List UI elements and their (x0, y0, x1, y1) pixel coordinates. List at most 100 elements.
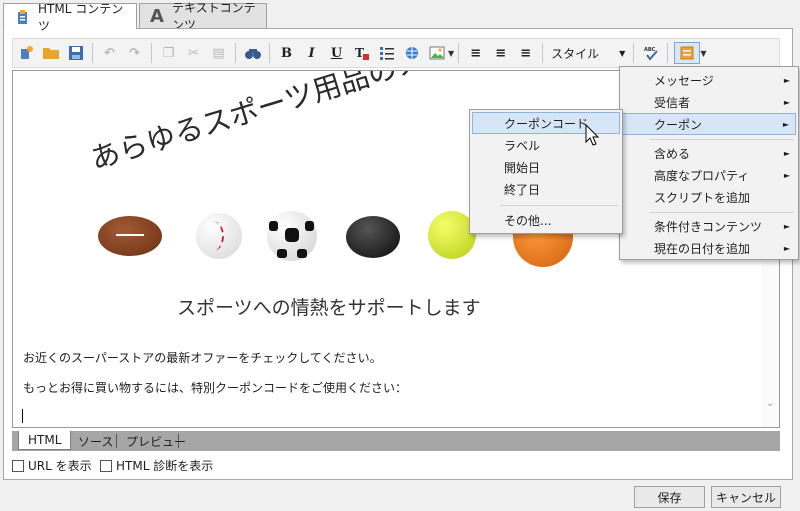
submenu-item-end-date[interactable]: 終了日 (472, 178, 620, 200)
body-paragraph: もっとお得に買い物するには、特別クーポンコードをご使用ください： (23, 381, 408, 395)
subheadline-text: スポーツへの情熱をサポートします (177, 297, 481, 319)
mode-separator (178, 434, 179, 448)
open-folder-icon[interactable] (40, 42, 62, 64)
align-right-icon[interactable]: ≡ (515, 42, 537, 64)
submenu-arrow-icon: ► (783, 243, 790, 253)
menu-item-advanced-properties[interactable]: 高度なプロパティ ► (622, 164, 796, 186)
coupon-submenu: クーポンコード ラベル 開始日 終了日 その他... (469, 109, 623, 234)
menu-item-recipient[interactable]: 受信者 ► (622, 91, 796, 113)
toolbar-separator (269, 43, 270, 63)
style-select[interactable]: スタイル ▼ (547, 45, 629, 62)
submenu-arrow-icon: ► (783, 148, 790, 158)
chevron-down-icon[interactable]: ⌄ (766, 398, 774, 409)
mode-bar: HTML ソース プレビュー (12, 431, 780, 451)
spellcheck-icon[interactable]: ABC (640, 42, 662, 64)
checkbox-label: HTML 診断を表示 (116, 459, 214, 473)
baseball-image (196, 213, 242, 259)
mode-tab-source[interactable]: ソース (69, 431, 122, 451)
chevron-down-icon[interactable]: ▼ (700, 49, 706, 58)
submenu-arrow-icon: ► (783, 170, 790, 180)
html-content-icon (14, 9, 30, 25)
mode-tab-html[interactable]: HTML (18, 431, 72, 450)
submenu-arrow-icon: ► (783, 75, 790, 85)
toolbar-separator (542, 43, 544, 63)
save-icon[interactable] (65, 42, 87, 64)
align-center-icon[interactable]: ≡ (490, 42, 512, 64)
menu-item-label: 条件付きコンテンツ (654, 219, 763, 234)
menu-item-label: スクリプトを追加 (654, 190, 751, 205)
underline-icon[interactable]: U (326, 42, 348, 64)
personalization-menu: メッセージ ► 受信者 ► クーポン ► 含める ► 高度なプロパティ ► スクリプトを追… (619, 66, 799, 260)
hockey-puck-image (346, 216, 400, 258)
submenu-item-other[interactable]: その他... (472, 209, 620, 231)
menu-separator (650, 212, 794, 213)
link-icon[interactable] (401, 42, 423, 64)
menu-item-label: 開始日 (504, 160, 541, 175)
save-button-label: 保存 (657, 490, 682, 505)
redo-icon[interactable]: ↷ (124, 42, 146, 64)
cut-icon[interactable]: ✂ (183, 42, 205, 64)
menu-separator (650, 139, 794, 140)
menu-item-conditional-content[interactable]: 条件付きコンテンツ ► (622, 215, 796, 237)
tab-text-content[interactable]: A テキストコンテンツ (139, 1, 267, 32)
menu-item-label: 高度なプロパティ (654, 168, 750, 183)
tab-html-content[interactable]: HTML コンテンツ (3, 2, 137, 33)
headline-text: あらゆるスポーツ用品のメ (86, 70, 429, 177)
menu-item-label: その他... (504, 213, 552, 228)
menu-item-label: クーポン (654, 117, 703, 132)
italic-icon[interactable]: I (301, 42, 323, 64)
chevron-down-icon[interactable]: ▼ (448, 49, 454, 58)
menu-item-coupon[interactable]: クーポン ► (622, 113, 796, 135)
image-icon[interactable] (426, 42, 448, 64)
menu-item-label: ラベル (504, 138, 541, 153)
undo-icon[interactable]: ↶ (99, 42, 121, 64)
text-content-icon: A (150, 5, 164, 27)
toolbar-separator (633, 43, 635, 63)
svg-text:ABC: ABC (644, 47, 656, 53)
style-select-label: スタイル (551, 46, 600, 61)
toolbar-separator (151, 43, 152, 63)
cancel-button[interactable]: キャンセル (711, 486, 781, 508)
menu-item-include[interactable]: 含める ► (622, 142, 796, 164)
submenu-arrow-icon: ► (783, 221, 790, 231)
save-button[interactable]: 保存 (634, 486, 705, 508)
menu-item-add-script[interactable]: スクリプトを追加 (622, 186, 796, 208)
chevron-down-icon: ▼ (619, 48, 626, 58)
menu-item-message[interactable]: メッセージ ► (622, 69, 796, 91)
toolbar-separator (92, 43, 93, 63)
bold-icon[interactable]: B (276, 42, 298, 64)
menu-item-add-current-date[interactable]: 現在の日付を追加 ► (622, 237, 796, 259)
menu-item-label: 受信者 (654, 95, 691, 110)
text-cursor (22, 409, 23, 423)
menu-item-label: 終了日 (504, 182, 541, 197)
checkbox-label: URL を表示 (28, 459, 92, 473)
soccer-ball-image (267, 211, 317, 261)
find-icon[interactable] (242, 42, 264, 64)
submenu-arrow-icon: ► (782, 119, 789, 129)
copy-icon[interactable]: ❐ (158, 42, 180, 64)
mode-tab-preview[interactable]: プレビュー (117, 431, 195, 451)
mode-tab-label: ソース (78, 434, 114, 449)
mode-tab-label: HTML (28, 433, 62, 447)
show-url-checkbox[interactable]: URL を表示 (12, 457, 92, 474)
list-icon[interactable] (376, 42, 398, 64)
basketball-image (513, 231, 573, 267)
show-html-diagnostics-checkbox[interactable]: HTML 診断を表示 (100, 457, 213, 474)
cancel-button-label: キャンセル (715, 490, 776, 505)
personalization-field-icon[interactable] (673, 42, 700, 64)
menu-item-label: メッセージ (654, 73, 714, 88)
mouse-pointer-icon (585, 123, 600, 149)
toolbar-separator (458, 43, 460, 63)
paste-icon[interactable]: ▤ (208, 42, 230, 64)
menu-item-label: 現在の日付を追加 (654, 241, 751, 256)
body-paragraph: お近くのスーパーストアの最新オファーをチェックしてください。 (23, 351, 382, 365)
checkbox-box[interactable] (100, 459, 112, 472)
checkbox-box[interactable] (12, 459, 24, 472)
align-left-icon[interactable]: ≡ (465, 42, 487, 64)
menu-item-label: クーポンコード (504, 116, 589, 131)
submenu-item-start-date[interactable]: 開始日 (472, 156, 620, 178)
svg-text:T: T (355, 46, 364, 60)
personalize-icon[interactable] (15, 42, 37, 64)
text-color-icon[interactable]: T (351, 42, 373, 64)
tab-label: HTML コンテンツ (38, 1, 124, 33)
